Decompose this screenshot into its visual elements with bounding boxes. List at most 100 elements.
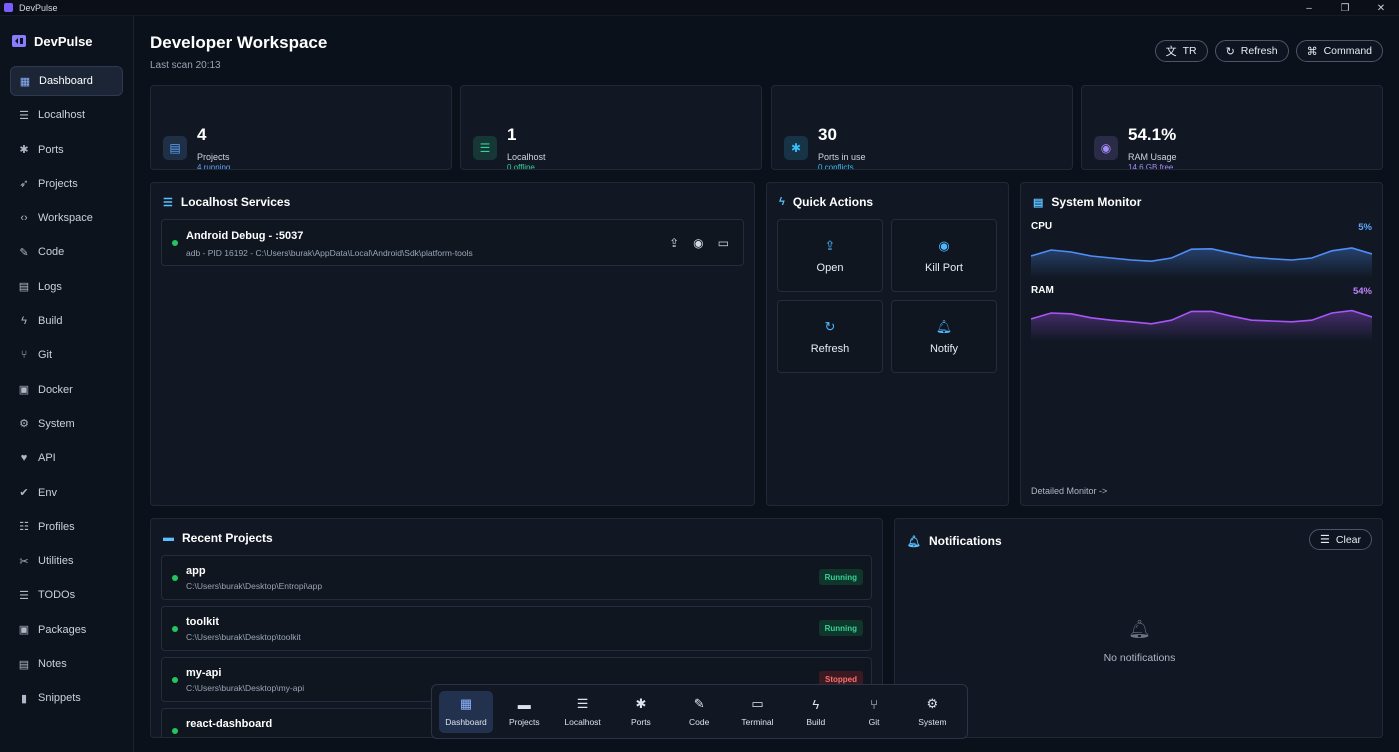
refresh-button[interactable]: ↻ Refresh <box>1214 40 1289 62</box>
ports-icon: ✱ <box>19 144 29 157</box>
status-dot <box>172 626 178 632</box>
dock-item-localhost[interactable]: ☰ Localhost <box>556 691 610 733</box>
status-badge: Running <box>818 620 863 636</box>
sidebar-item-build[interactable]: ϟ Build <box>10 306 123 336</box>
stat-label: Projects <box>197 152 230 162</box>
dock-item-terminal[interactable]: ▭ Terminal <box>730 691 784 733</box>
ram-value: 54% <box>1352 286 1372 297</box>
bell-icon: 🔔︎ <box>907 535 921 548</box>
project-name: my-api <box>186 667 222 679</box>
sidebar-item-todos[interactable]: ☰ TODOs <box>10 580 123 610</box>
dock-item-code[interactable]: ✎ Code <box>672 691 726 733</box>
sidebar-item-workspace[interactable]: ‹› Workspace <box>10 203 123 233</box>
package-icon: ▣ <box>18 624 30 637</box>
sidebar-item-docker[interactable]: ▣ Docker <box>10 375 123 405</box>
sidebar-item-label: Snippets <box>38 692 81 705</box>
sidebar-item-system[interactable]: ⚙ System <box>10 409 123 439</box>
open-browser-icon[interactable]: ⇪ <box>669 236 679 250</box>
stat-label: RAM Usage <box>1128 152 1177 162</box>
service-detail: adb - PID 16192 - C:\Users\burak\AppData… <box>186 248 473 258</box>
sidebar-nav: ▦ Dashboard ☰ Localhost ✱ Ports ➶ Projects ‹› Wor… <box>0 66 133 713</box>
sidebar-item-label: TODOs <box>38 589 76 602</box>
notify-icon: 🔔︎ <box>935 318 953 334</box>
service-row[interactable]: Android Debug - :5037 adb - PID 16192 - … <box>161 219 744 266</box>
logo-icon <box>12 35 26 47</box>
minimize-button[interactable]: – <box>1291 0 1327 16</box>
empty-message: No notifications <box>1103 652 1176 664</box>
main: Developer Workspace Last scan 20:13 文 TR … <box>134 16 1399 752</box>
sidebar-item-utilities[interactable]: ✂ Utilities <box>10 546 123 576</box>
stat-label: Localhost <box>507 152 546 162</box>
stop-icon[interactable]: ◉ <box>693 236 703 250</box>
stat-sub: 0 conflicts <box>818 163 854 170</box>
title-bar: DevPulse – ❐ ✕ <box>0 0 1399 16</box>
sidebar-item-notes[interactable]: ▤ Notes <box>10 649 123 679</box>
sidebar-item-git[interactable]: ⑂ Git <box>10 340 123 370</box>
card-title: Recent Projects <box>182 531 273 545</box>
clear-button[interactable]: ☰ Clear <box>1309 529 1372 550</box>
stat-sub: 4 running <box>197 163 231 170</box>
sidebar-item-ports[interactable]: ✱ Ports <box>10 135 123 165</box>
quick-action-kill-port[interactable]: ◉ Kill Port <box>891 219 997 292</box>
sidebar-item-label: API <box>38 452 56 465</box>
sidebar-item-projects[interactable]: ➶ Projects <box>10 169 123 199</box>
folder-icon[interactable]: ▭ <box>718 236 729 250</box>
close-button[interactable]: ✕ <box>1363 0 1399 16</box>
system-icon: ⚙ <box>926 696 939 711</box>
detailed-monitor-link[interactable]: Detailed Monitor -> <box>1031 486 1107 496</box>
sidebar-item-label: Utilities <box>38 555 74 568</box>
dock-item-dashboard[interactable]: ▦ Dashboard <box>439 690 493 733</box>
server-icon: ☰ <box>19 109 29 122</box>
sidebar-item-profiles[interactable]: ☷ Profiles <box>10 512 123 542</box>
sidebar-item-api[interactable]: ♥ API <box>10 443 123 473</box>
card-title: Notifications <box>928 534 1002 548</box>
project-row[interactable]: toolkit C:\Users\burak\Desktop\toolkit Run… <box>161 606 872 651</box>
logs-icon: ▤ <box>18 281 30 294</box>
quick-action-label: Refresh <box>810 342 850 355</box>
ram-icon: ◉ <box>1094 136 1118 160</box>
dock-item-ports[interactable]: ✱ Ports <box>614 691 668 733</box>
dock-item-system[interactable]: ⚙ System <box>905 691 959 733</box>
stat-label: Ports in use <box>818 152 866 162</box>
project-name: react-dashboard <box>186 718 273 730</box>
sidebar-item-label: Dashboard <box>39 75 93 87</box>
git-icon: ⑂ <box>20 349 28 362</box>
quick-action-open[interactable]: ⇪ Open <box>777 219 883 292</box>
sidebar-item-logs[interactable]: ▤ Logs <box>10 272 123 302</box>
sidebar-item-snippets[interactable]: ▮ Snippets <box>10 683 123 713</box>
command-button[interactable]: ⌘ Command <box>1295 40 1383 62</box>
sidebar-item-dashboard[interactable]: ▦ Dashboard <box>10 66 123 96</box>
language-button[interactable]: 文 TR <box>1154 40 1208 62</box>
dock-item-projects[interactable]: ▬ Projects <box>497 691 551 733</box>
localhost-icon: ☰ <box>473 136 497 160</box>
bottom-dock: ▦ Dashboard ▬ Projects ☰ Localhost ✱ Ports ✎ Code… <box>431 684 968 739</box>
quick-action-refresh[interactable]: ↻ Refresh <box>777 300 883 373</box>
dock-item-label: Code <box>689 717 710 727</box>
sidebar-item-env[interactable]: ✔ Env <box>10 478 123 508</box>
sidebar-item-label: Profiles <box>38 520 75 533</box>
dock-item-label: Ports <box>630 717 651 727</box>
quick-action-label: Open <box>816 261 844 274</box>
sidebar-item-code[interactable]: ✎ Code <box>10 237 123 267</box>
quick-action-notify[interactable]: 🔔︎ Notify <box>891 300 997 373</box>
dock-item-git[interactable]: ⑂ Git <box>847 691 901 733</box>
check-icon: ✔ <box>19 487 29 500</box>
note-icon: ▤ <box>18 658 30 671</box>
project-row[interactable]: app C:\Users\burak\Desktop\Entropi\app Run… <box>161 555 872 600</box>
docker-icon: ▣ <box>18 384 30 397</box>
window-title: DevPulse <box>19 2 58 13</box>
dock-item-label: Git <box>868 716 880 727</box>
brand: DevPulse <box>0 16 133 66</box>
code-icon: ✎ <box>693 696 705 711</box>
chart-area <box>1031 310 1372 341</box>
dock-item-build[interactable]: ϟ Build <box>789 691 843 733</box>
status-dot <box>172 677 178 683</box>
sidebar-item-label: Workspace <box>38 212 93 225</box>
quick-action-label: Notify <box>929 342 959 355</box>
snippet-icon: ▮ <box>20 692 28 705</box>
git-icon: ⑂ <box>870 696 878 712</box>
sidebar-item-packages[interactable]: ▣ Packages <box>10 615 123 645</box>
sidebar-item-localhost[interactable]: ☰ Localhost <box>10 100 123 130</box>
app-icon <box>4 3 13 12</box>
maximize-button[interactable]: ❐ <box>1327 0 1363 16</box>
